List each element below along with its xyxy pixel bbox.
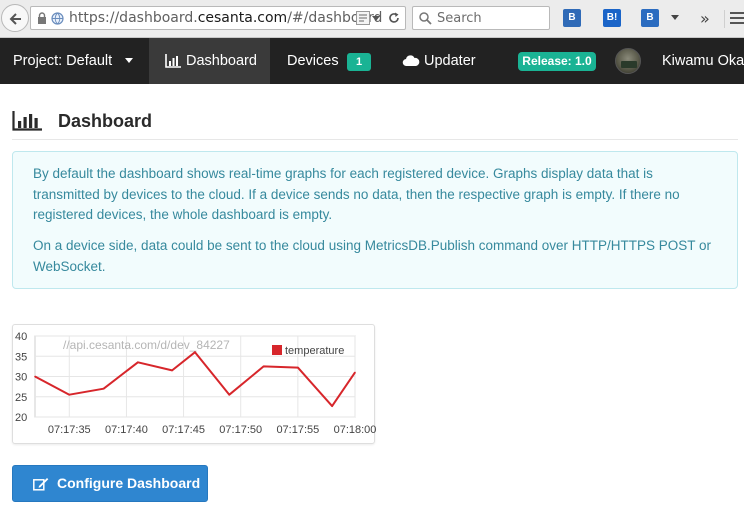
x-tick-label: 07:17:40	[105, 424, 148, 436]
app-navbar: Project: Default Dashboard Devices 1 Upd…	[0, 38, 744, 84]
info-paragraph-1: By default the dashboard shows real-time…	[33, 166, 680, 222]
x-tick-label: 07:18:00	[334, 424, 376, 436]
reader-view-icon[interactable]	[356, 11, 370, 25]
x-tick-label: 07:17:45	[162, 424, 205, 436]
user-menu[interactable]: Kiwamu Okabe	[662, 38, 744, 84]
chart-title: //api.cesanta.com/d/dev_84227	[63, 338, 230, 352]
project-selector[interactable]: Project: Default	[13, 38, 112, 84]
chevron-down-icon[interactable]	[125, 58, 133, 63]
browser-search[interactable]	[412, 6, 550, 30]
data-point	[194, 351, 196, 353]
search-icon	[419, 12, 432, 25]
page-title-divider	[12, 139, 738, 140]
url-domain: cesanta.com	[197, 10, 288, 26]
nav-dashboard[interactable]: Dashboard	[149, 38, 270, 84]
toolbar-overflow-button[interactable]: »	[700, 9, 710, 28]
y-tick-label: 40	[15, 331, 27, 343]
browser-search-input[interactable]	[437, 9, 545, 27]
info-paragraph-2: On a device side, data could be sent to …	[33, 238, 712, 274]
dashboard-bar-chart-icon	[12, 111, 42, 131]
browser-toolbar: https://dashboard.cesanta.com/#/dashboar…	[0, 0, 744, 38]
page-title: Dashboard	[58, 111, 153, 131]
devices-count-badge[interactable]: 1	[347, 53, 371, 71]
data-point	[228, 393, 231, 396]
x-tick-label: 07:17:50	[219, 424, 262, 436]
toolbar-divider	[724, 10, 725, 28]
lock-icon	[38, 12, 46, 24]
data-point	[262, 365, 265, 368]
release-badge: Release: 1.0	[518, 52, 596, 71]
x-tick-label: 07:17:35	[48, 424, 91, 436]
data-point	[34, 375, 36, 378]
configure-dashboard-label: Configure Dashboard	[57, 475, 201, 491]
data-point	[102, 387, 105, 390]
extension-dropdown-icon[interactable]	[671, 15, 679, 21]
back-button[interactable]	[1, 4, 29, 32]
url-text[interactable]: https://dashboard.cesanta.com/#/dashboar…	[69, 10, 382, 26]
nav-dashboard-label: Dashboard	[186, 53, 257, 69]
cloud-icon	[402, 55, 420, 67]
url-prefix: https://dashboard.	[69, 10, 198, 26]
menu-icon[interactable]	[730, 12, 744, 24]
device-chart-card: 40 35 30 25 20 07:17:35 07:17:40 07:17:45 07:17:…	[12, 324, 376, 444]
data-point	[354, 371, 356, 374]
legend-label: temperature	[285, 345, 344, 357]
data-point	[331, 405, 333, 407]
info-alert: By default the dashboard shows real-time…	[12, 151, 738, 289]
edit-icon	[33, 478, 49, 491]
avatar[interactable]	[615, 48, 641, 74]
y-tick-label: 20	[15, 412, 27, 424]
y-tick-label: 30	[15, 372, 27, 384]
bar-chart-icon	[165, 54, 181, 68]
data-point	[171, 369, 173, 372]
y-tick-label: 25	[15, 392, 27, 404]
reload-icon[interactable]	[387, 11, 401, 25]
x-tick-label: 07:17:55	[276, 424, 319, 436]
data-point	[68, 393, 71, 396]
data-point	[297, 366, 299, 369]
legend-swatch	[272, 345, 282, 355]
url-bar[interactable]: https://dashboard.cesanta.com/#/dashboar…	[30, 6, 406, 30]
back-arrow-icon	[9, 13, 21, 25]
bookmark-extension-icon[interactable]: B	[563, 9, 581, 27]
globe-icon	[51, 12, 64, 25]
url-dropdown-icon[interactable]	[372, 16, 380, 22]
temperature-chart: 40 35 30 25 20 07:17:35 07:17:40 07:17:45 07:17:…	[15, 331, 376, 436]
configure-dashboard-button[interactable]: Configure Dashboard	[12, 465, 208, 502]
y-tick-label: 35	[15, 351, 27, 363]
nav-updater-label: Updater	[424, 53, 476, 69]
nav-devices[interactable]: Devices	[287, 38, 339, 84]
bookmark-add-icon[interactable]: B	[641, 9, 659, 27]
hatena-bookmark-icon[interactable]: B!	[603, 9, 621, 27]
data-point	[137, 361, 139, 364]
